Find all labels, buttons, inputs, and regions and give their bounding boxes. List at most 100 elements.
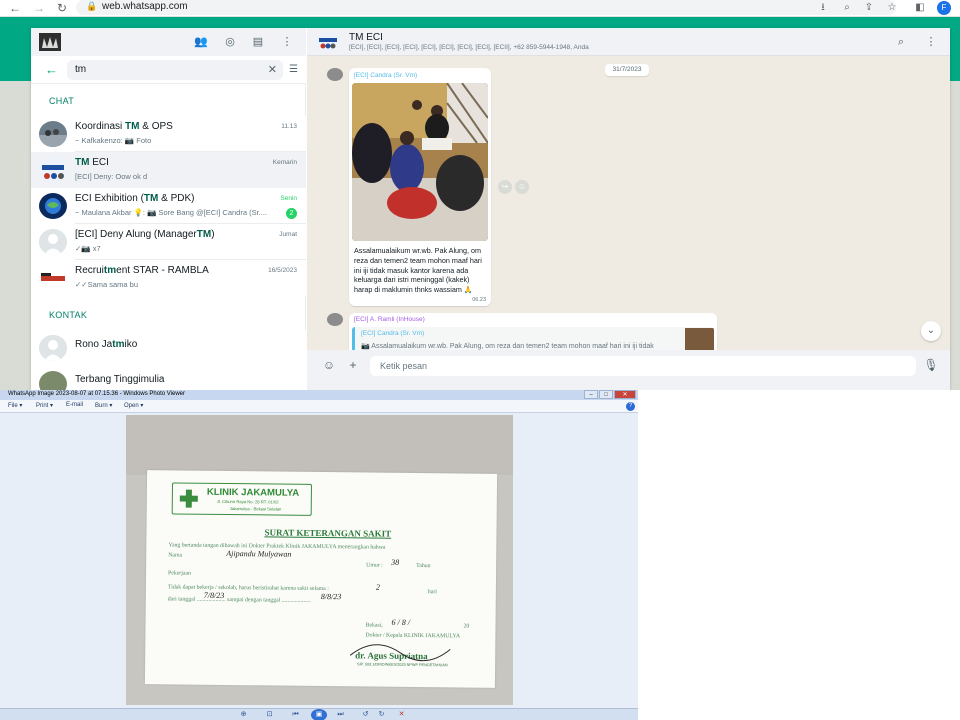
actual-size-icon[interactable]: ⊡	[264, 710, 275, 720]
avatar	[39, 121, 67, 147]
download-icon[interactable]: ⭳	[816, 0, 830, 16]
new-chat-icon[interactable]: ▤	[250, 34, 266, 50]
window-title: WhatsApp Image 2023-08-07 at 07.15.36 - …	[8, 391, 185, 397]
menu-print[interactable]: Print ▾	[36, 402, 53, 409]
zoom-icon[interactable]: ⊕	[238, 710, 249, 720]
side-panel-icon[interactable]: ◧	[913, 0, 927, 16]
status-icon[interactable]: ◎	[222, 34, 238, 50]
contact-name: Terbang Tinggimulia	[75, 374, 165, 385]
chat-row-recruitment[interactable]: Recruitment STAR - RAMBLA ✓✓Sama sama bu…	[31, 260, 306, 296]
certificate-title: SURAT KETERANGAN SAKIT	[264, 527, 392, 539]
previous-icon[interactable]: ⏮	[290, 710, 301, 720]
back-icon[interactable]: ←	[8, 0, 22, 17]
rotate-left-icon[interactable]: ↺	[360, 710, 371, 720]
address-bar[interactable]	[76, 0, 896, 15]
close-button[interactable]: ✕	[614, 390, 636, 399]
url-text: web.whatsapp.com	[102, 1, 188, 12]
communities-icon[interactable]: 👥	[193, 34, 209, 50]
viewer-title-bar: WhatsApp Image 2023-08-07 at 07.15.36 - …	[0, 390, 638, 400]
message-input[interactable]: Ketik pesan	[370, 356, 916, 376]
reload-icon[interactable]: ↻	[55, 0, 69, 17]
avatar[interactable]	[39, 33, 61, 51]
message-time: 06.23	[472, 297, 486, 303]
handwritten-age: 38	[391, 557, 400, 567]
chat-row-tm-eci[interactable]: TM ECI [ECI] Deny: Oow ok d Kemarin	[31, 152, 306, 188]
chat-row-koordinasi[interactable]: Koordinasi TM & OPS ~ Kafkakenzo: 📷 Foto…	[31, 116, 306, 152]
forward-icon[interactable]: ↪	[498, 180, 512, 194]
conversation-title: TM ECI	[349, 32, 383, 43]
chat-last-message: ✓✓Sama sama bu	[75, 280, 139, 289]
chat-time: Kemarin	[272, 159, 297, 166]
next-icon[interactable]: ⏭	[335, 710, 346, 720]
slideshow-button[interactable]: ▣	[311, 709, 327, 720]
sender-avatar[interactable]	[327, 313, 343, 326]
clinic-name: KLINIK JAKAMULYA	[206, 486, 300, 499]
quoted-text: 📷 Assalamualaikum wr.wb. Pak Alung, om r…	[361, 343, 654, 350]
date-range-line: dari tanggal .................... sampai…	[167, 596, 311, 604]
handwritten-name: Ajipandu Mulyawan	[226, 549, 292, 559]
help-icon[interactable]: ?	[626, 402, 635, 411]
chat-row-deny-alung[interactable]: [ECI] Deny Alung (ManagerTM) ✓📷 x7 Jumat	[31, 224, 306, 260]
delete-icon[interactable]: ✕	[396, 710, 407, 720]
clear-icon[interactable]: ✕	[268, 63, 277, 76]
lock-icon[interactable]: 🔒	[86, 1, 97, 12]
label-job: Pekerjaan	[168, 570, 191, 577]
photo-thumbnail	[352, 83, 488, 241]
profile-avatar[interactable]: F	[937, 1, 951, 15]
back-arrow-icon[interactable]: ←	[45, 62, 58, 77]
search-input[interactable]: tm ✕	[67, 60, 283, 80]
bookmark-star-icon[interactable]: ☆	[885, 0, 899, 16]
participants-list: [ECI], [ECI], [ECI], [ECI], [ECI], [ECI]…	[349, 44, 589, 51]
search-icon[interactable]: ⌕	[893, 34, 909, 50]
zoom-icon[interactable]: ⌕	[840, 0, 854, 16]
chat-name: ECI Exhibition (TM & PDK)	[75, 193, 195, 204]
browser-toolbar: ← → ↻ 🔒 web.whatsapp.com ⭳ ⌕ ⇪ ☆ ◧ F	[0, 0, 960, 17]
menu-email[interactable]: E-mail	[66, 402, 83, 408]
contact-row-terbang[interactable]: Terbang Tinggimulia	[31, 366, 306, 390]
minimize-button[interactable]: –	[584, 390, 598, 399]
avatar	[39, 371, 67, 390]
chat-last-message: ✓📷 x7	[75, 244, 101, 253]
microphone-icon[interactable]: 🎙	[923, 357, 939, 373]
viewer-photo: KLINIK JAKAMULYA Jl. Cikunir Raya No. 28…	[126, 415, 513, 705]
emoji-icon[interactable]: ☺	[321, 357, 337, 373]
attach-plus-icon[interactable]: +	[345, 357, 361, 373]
chat-last-message: [ECI] Deny: Oow ok d	[75, 172, 148, 181]
avatar[interactable]	[317, 32, 339, 52]
clinic-header: KLINIK JAKAMULYA Jl. Cikunir Raya No. 28…	[171, 482, 312, 516]
menu-file[interactable]: File ▾	[8, 402, 22, 409]
photo-viewer-window: WhatsApp Image 2023-08-07 at 07.15.36 - …	[0, 390, 638, 720]
scroll-down-icon[interactable]: ⌄	[921, 321, 941, 341]
message-photo[interactable]	[352, 83, 488, 241]
search-value: tm	[75, 64, 87, 75]
whatsapp-app: 👥 ◎ ▤ ⋮ ← tm ✕ ☰ CHAT Koordinasi TM & OP…	[31, 28, 950, 390]
chat-row-eci-exhibition[interactable]: ECI Exhibition (TM & PDK) ~ Maulana Akba…	[31, 188, 306, 224]
filter-icon[interactable]: ☰	[289, 64, 298, 75]
maximize-button[interactable]: □	[599, 390, 613, 399]
message-sender: [ECI] A. Ramli (InHouse)	[354, 316, 425, 323]
share-icon[interactable]: ⇪	[862, 0, 876, 16]
menu-icon[interactable]: ⋮	[923, 34, 939, 50]
chat-time: 11.13	[281, 123, 297, 130]
menu-open[interactable]: Open ▾	[124, 402, 143, 409]
conversation-header[interactable]: TM ECI [ECI], [ECI], [ECI], [ECI], [ECI]…	[307, 28, 950, 56]
handwritten-to-date: 8/8/23	[320, 591, 342, 602]
menu-icon[interactable]: ⋮	[279, 34, 295, 50]
message-bubble[interactable]: [ECI] Candra (Sr. Vm) Assalamualaikum wr…	[349, 68, 491, 306]
section-contacts: KONTAK	[49, 310, 88, 320]
chat-list-pane: 👥 ◎ ▤ ⋮ ← tm ✕ ☰ CHAT Koordinasi TM & OP…	[31, 28, 306, 390]
group-photo-icon	[39, 33, 61, 51]
message-composer: ☺ + Ketik pesan 🎙	[307, 350, 950, 390]
sender-avatar[interactable]	[327, 68, 343, 81]
rotate-right-icon[interactable]: ↻	[376, 710, 387, 720]
date-chip: 31/7/2023	[605, 64, 649, 76]
message-text: Assalamualaikum wr.wb. Pak Alung, om rez…	[354, 246, 482, 295]
menu-burn[interactable]: Burn ▾	[95, 402, 112, 409]
contact-row-rono[interactable]: Rono Jatmiko	[31, 330, 306, 366]
forward-icon[interactable]: →	[32, 0, 46, 17]
react-emoji-icon[interactable]: ☺	[515, 180, 529, 194]
viewer-menu-bar: File ▾ Print ▾ E-mail Burn ▾ Open ▾ ?	[0, 400, 638, 413]
left-header: 👥 ◎ ▤ ⋮	[31, 28, 306, 56]
medical-cross-icon	[179, 489, 198, 508]
label-days: hari	[427, 589, 437, 596]
